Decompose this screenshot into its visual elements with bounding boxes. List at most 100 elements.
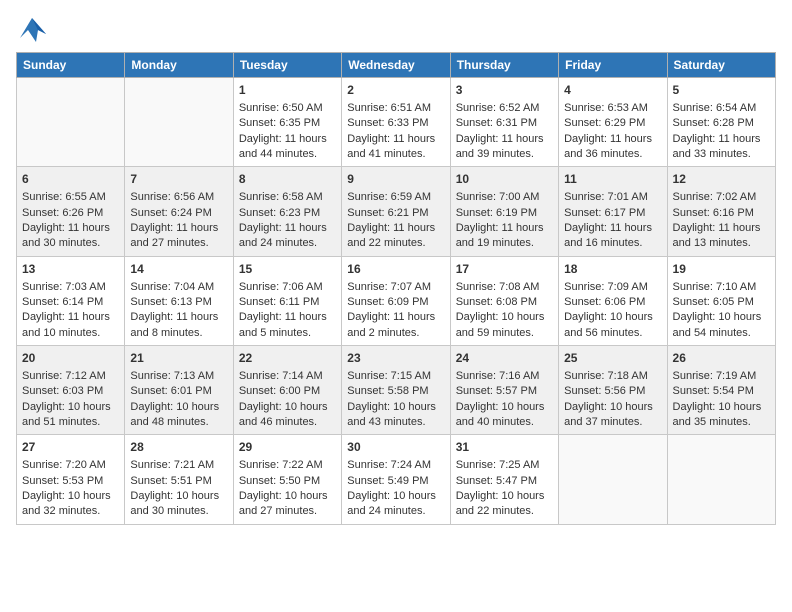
sunrise-text: Sunrise: 6:53 AM <box>564 102 648 114</box>
sunrise-text: Sunrise: 7:09 AM <box>564 281 648 293</box>
day-number: 31 <box>456 439 553 456</box>
sunrise-text: Sunrise: 7:10 AM <box>673 281 757 293</box>
day-number: 14 <box>130 261 227 278</box>
sunset-text: Sunset: 6:33 PM <box>347 117 428 129</box>
day-number: 26 <box>673 350 770 367</box>
calendar-cell: 18 Sunrise: 7:09 AM Sunset: 6:06 PM Dayl… <box>559 256 667 345</box>
sunset-text: Sunset: 6:19 PM <box>456 207 537 219</box>
weekday-header-monday: Monday <box>125 53 233 78</box>
day-number: 15 <box>239 261 336 278</box>
daylight-text: Daylight: 10 hours and 59 minutes. <box>456 311 545 338</box>
day-number: 20 <box>22 350 119 367</box>
day-number: 22 <box>239 350 336 367</box>
calendar-cell: 28 Sunrise: 7:21 AM Sunset: 5:51 PM Dayl… <box>125 435 233 524</box>
weekday-header-row: SundayMondayTuesdayWednesdayThursdayFrid… <box>17 53 776 78</box>
day-number: 5 <box>673 82 770 99</box>
calendar-cell: 24 Sunrise: 7:16 AM Sunset: 5:57 PM Dayl… <box>450 346 558 435</box>
daylight-text: Daylight: 11 hours and 13 minutes. <box>673 222 761 249</box>
sunset-text: Sunset: 6:14 PM <box>22 296 103 308</box>
sunset-text: Sunset: 5:49 PM <box>347 475 428 487</box>
week-row-4: 20 Sunrise: 7:12 AM Sunset: 6:03 PM Dayl… <box>17 346 776 435</box>
calendar-cell: 1 Sunrise: 6:50 AM Sunset: 6:35 PM Dayli… <box>233 78 341 167</box>
weekday-header-thursday: Thursday <box>450 53 558 78</box>
sunrise-text: Sunrise: 7:16 AM <box>456 370 540 382</box>
calendar-cell: 26 Sunrise: 7:19 AM Sunset: 5:54 PM Dayl… <box>667 346 775 435</box>
sunset-text: Sunset: 5:50 PM <box>239 475 320 487</box>
daylight-text: Daylight: 11 hours and 8 minutes. <box>130 311 218 338</box>
sunset-text: Sunset: 6:05 PM <box>673 296 754 308</box>
sunset-text: Sunset: 5:47 PM <box>456 475 537 487</box>
daylight-text: Daylight: 10 hours and 43 minutes. <box>347 401 436 428</box>
day-number: 18 <box>564 261 661 278</box>
sunset-text: Sunset: 6:21 PM <box>347 207 428 219</box>
sunrise-text: Sunrise: 7:02 AM <box>673 191 757 203</box>
sunset-text: Sunset: 6:00 PM <box>239 385 320 397</box>
daylight-text: Daylight: 11 hours and 30 minutes. <box>22 222 110 249</box>
calendar-cell: 27 Sunrise: 7:20 AM Sunset: 5:53 PM Dayl… <box>17 435 125 524</box>
day-number: 7 <box>130 171 227 188</box>
daylight-text: Daylight: 11 hours and 24 minutes. <box>239 222 327 249</box>
calendar-cell: 20 Sunrise: 7:12 AM Sunset: 6:03 PM Dayl… <box>17 346 125 435</box>
logo-icon <box>16 16 48 44</box>
calendar-cell: 25 Sunrise: 7:18 AM Sunset: 5:56 PM Dayl… <box>559 346 667 435</box>
sunset-text: Sunset: 5:57 PM <box>456 385 537 397</box>
day-number: 29 <box>239 439 336 456</box>
calendar-cell: 6 Sunrise: 6:55 AM Sunset: 6:26 PM Dayli… <box>17 167 125 256</box>
sunset-text: Sunset: 6:06 PM <box>564 296 645 308</box>
weekday-header-sunday: Sunday <box>17 53 125 78</box>
day-number: 1 <box>239 82 336 99</box>
day-number: 4 <box>564 82 661 99</box>
daylight-text: Daylight: 10 hours and 30 minutes. <box>130 490 219 517</box>
daylight-text: Daylight: 11 hours and 41 minutes. <box>347 133 435 160</box>
sunrise-text: Sunrise: 7:20 AM <box>22 459 106 471</box>
day-number: 13 <box>22 261 119 278</box>
calendar-cell: 23 Sunrise: 7:15 AM Sunset: 5:58 PM Dayl… <box>342 346 450 435</box>
day-number: 10 <box>456 171 553 188</box>
sunrise-text: Sunrise: 7:01 AM <box>564 191 648 203</box>
sunset-text: Sunset: 6:26 PM <box>22 207 103 219</box>
sunrise-text: Sunrise: 7:00 AM <box>456 191 540 203</box>
day-number: 21 <box>130 350 227 367</box>
daylight-text: Daylight: 10 hours and 32 minutes. <box>22 490 111 517</box>
week-row-3: 13 Sunrise: 7:03 AM Sunset: 6:14 PM Dayl… <box>17 256 776 345</box>
calendar-cell: 22 Sunrise: 7:14 AM Sunset: 6:00 PM Dayl… <box>233 346 341 435</box>
sunrise-text: Sunrise: 7:19 AM <box>673 370 757 382</box>
sunset-text: Sunset: 5:58 PM <box>347 385 428 397</box>
day-number: 9 <box>347 171 444 188</box>
sunrise-text: Sunrise: 7:18 AM <box>564 370 648 382</box>
daylight-text: Daylight: 10 hours and 51 minutes. <box>22 401 111 428</box>
calendar-cell: 2 Sunrise: 6:51 AM Sunset: 6:33 PM Dayli… <box>342 78 450 167</box>
daylight-text: Daylight: 10 hours and 27 minutes. <box>239 490 328 517</box>
calendar-cell: 16 Sunrise: 7:07 AM Sunset: 6:09 PM Dayl… <box>342 256 450 345</box>
calendar-cell <box>125 78 233 167</box>
sunset-text: Sunset: 6:08 PM <box>456 296 537 308</box>
sunrise-text: Sunrise: 7:25 AM <box>456 459 540 471</box>
sunrise-text: Sunrise: 7:07 AM <box>347 281 431 293</box>
sunrise-text: Sunrise: 7:15 AM <box>347 370 431 382</box>
sunset-text: Sunset: 6:11 PM <box>239 296 320 308</box>
day-number: 8 <box>239 171 336 188</box>
daylight-text: Daylight: 10 hours and 37 minutes. <box>564 401 653 428</box>
sunset-text: Sunset: 6:09 PM <box>347 296 428 308</box>
daylight-text: Daylight: 10 hours and 24 minutes. <box>347 490 436 517</box>
calendar-cell: 29 Sunrise: 7:22 AM Sunset: 5:50 PM Dayl… <box>233 435 341 524</box>
sunset-text: Sunset: 6:35 PM <box>239 117 320 129</box>
daylight-text: Daylight: 11 hours and 16 minutes. <box>564 222 652 249</box>
sunrise-text: Sunrise: 6:52 AM <box>456 102 540 114</box>
sunrise-text: Sunrise: 6:51 AM <box>347 102 431 114</box>
sunset-text: Sunset: 6:29 PM <box>564 117 645 129</box>
sunrise-text: Sunrise: 6:55 AM <box>22 191 106 203</box>
calendar-cell: 14 Sunrise: 7:04 AM Sunset: 6:13 PM Dayl… <box>125 256 233 345</box>
calendar-cell: 4 Sunrise: 6:53 AM Sunset: 6:29 PM Dayli… <box>559 78 667 167</box>
calendar-cell: 13 Sunrise: 7:03 AM Sunset: 6:14 PM Dayl… <box>17 256 125 345</box>
sunrise-text: Sunrise: 7:13 AM <box>130 370 214 382</box>
day-number: 16 <box>347 261 444 278</box>
sunrise-text: Sunrise: 7:14 AM <box>239 370 323 382</box>
sunrise-text: Sunrise: 6:59 AM <box>347 191 431 203</box>
weekday-header-friday: Friday <box>559 53 667 78</box>
calendar-cell: 7 Sunrise: 6:56 AM Sunset: 6:24 PM Dayli… <box>125 167 233 256</box>
daylight-text: Daylight: 11 hours and 22 minutes. <box>347 222 435 249</box>
calendar-cell: 19 Sunrise: 7:10 AM Sunset: 6:05 PM Dayl… <box>667 256 775 345</box>
day-number: 27 <box>22 439 119 456</box>
calendar-cell: 30 Sunrise: 7:24 AM Sunset: 5:49 PM Dayl… <box>342 435 450 524</box>
